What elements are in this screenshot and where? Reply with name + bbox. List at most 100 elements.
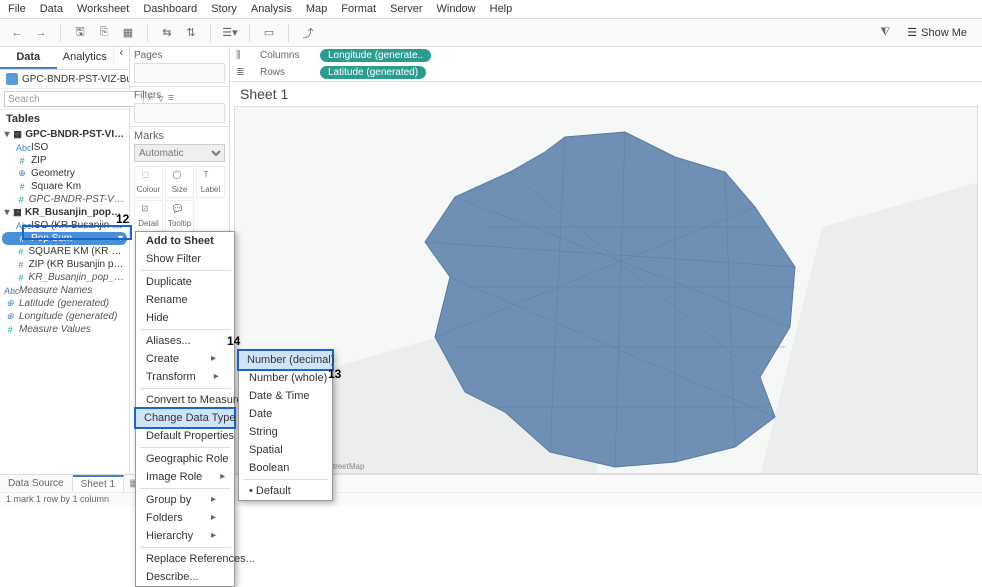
submenu-item[interactable]: Boolean (239, 459, 332, 477)
share-icon[interactable]: ⤴ (299, 24, 317, 42)
rows-label: Rows (260, 67, 310, 78)
menu-item[interactable]: Server (390, 3, 422, 15)
columns-icon: ⫼ (236, 50, 250, 61)
annotation-14: 14 (227, 334, 240, 348)
ctx-item[interactable]: Add to Sheet (136, 232, 234, 250)
presentation-icon[interactable]: ▭ (260, 24, 278, 42)
field-row[interactable]: ⊕Geometry (2, 167, 127, 180)
data-source-icon (6, 73, 18, 85)
data-panel: Data Analytics ‹ GPC-BNDR-PST-VIZ-Bus...… (0, 47, 130, 474)
data-source-row[interactable]: GPC-BNDR-PST-VIZ-Bus... (0, 70, 129, 89)
showme-label: Show Me (921, 27, 967, 39)
ctx-item[interactable]: Duplicate (136, 273, 234, 291)
sort-asc-icon[interactable]: ⇅ (182, 24, 200, 42)
tables-heading: Tables (0, 110, 129, 128)
mark-tooltip[interactable]: 💬Tooltip (165, 200, 194, 232)
swap-icon[interactable]: ⇆ (158, 24, 176, 42)
data-source-label: GPC-BNDR-PST-VIZ-Bus... (22, 74, 129, 85)
new-data-icon[interactable]: ⎘ (95, 24, 113, 42)
rows-icon: ≣ (236, 67, 250, 78)
ctx-item[interactable]: Image Role▸ (136, 468, 234, 486)
mark-colour[interactable]: ⬚Colour (134, 166, 163, 198)
menu-item[interactable]: Worksheet (77, 3, 129, 15)
annotation-12: 12 (116, 212, 129, 226)
save-icon[interactable]: 🖫 (71, 24, 89, 42)
field-context-menu: Add to SheetShow FilterDuplicateRenameHi… (135, 231, 235, 587)
new-sheet-icon[interactable]: ▦ (119, 24, 137, 42)
ctx-item[interactable]: Group by▸ (136, 491, 234, 509)
workspace: ⫼ Columns Longitude (generate.. ≣ Rows L… (230, 47, 982, 474)
fit-icon[interactable]: ☰▾ (221, 24, 239, 42)
field-row[interactable]: #Measure Values (2, 323, 127, 336)
field-row[interactable]: #ZIP (2, 154, 127, 167)
analytics-tab[interactable]: Analytics (57, 47, 114, 69)
submenu-item[interactable]: Number (whole) (239, 369, 332, 387)
ctx-item[interactable]: Folders▸ (136, 509, 234, 527)
ctx-item[interactable]: Describe... (136, 568, 234, 586)
filters-shelf-label: Filters (134, 90, 225, 101)
ctx-item[interactable]: Create▸ (136, 350, 234, 368)
data-source-tab[interactable]: Data Source (0, 476, 73, 491)
ctx-item[interactable]: Hide (136, 309, 234, 327)
field-row[interactable]: ⊕Longitude (generated) (2, 310, 127, 323)
ctx-item[interactable]: Aliases... (136, 332, 234, 350)
ctx-item[interactable]: Replace References... (136, 550, 234, 568)
columns-pill[interactable]: Longitude (generate.. (320, 49, 431, 62)
submenu-item[interactable]: Date (239, 405, 332, 423)
ctx-item[interactable]: Show Filter (136, 250, 234, 268)
field-row[interactable]: ⊕Latitude (generated) (2, 297, 127, 310)
submenu-item[interactable]: Default (239, 482, 332, 500)
ctx-item[interactable]: Change Data Type▸ (134, 407, 236, 429)
data-tab[interactable]: Data (0, 47, 57, 69)
field-row[interactable]: AbcISO (2, 141, 127, 154)
show-me-button[interactable]: ☰ Show Me (900, 23, 974, 42)
ctx-item[interactable]: Transform▸ (136, 368, 234, 386)
menu-item[interactable]: File (8, 3, 26, 15)
ctx-item[interactable]: Hierarchy▸ (136, 527, 234, 545)
filter-icon[interactable]: ⧨ (876, 24, 894, 42)
menu-item[interactable]: Data (40, 3, 63, 15)
map-view[interactable]: © 2023 Mapbox © OpenStreetMap (234, 106, 978, 474)
mark-size[interactable]: ◯Size (165, 166, 194, 198)
menu-item[interactable]: Dashboard (143, 3, 197, 15)
pages-shelf[interactable] (134, 63, 225, 83)
ctx-item[interactable]: Default Properties▸ (136, 427, 234, 445)
ctx-item[interactable]: Geographic Role▸ (136, 450, 234, 468)
field-row[interactable]: AbcISO (KR Busanjin pop per...) (2, 219, 127, 232)
menu-item[interactable]: Map (306, 3, 327, 15)
search-input[interactable] (4, 91, 144, 107)
menu-item[interactable]: Format (341, 3, 376, 15)
submenu-item[interactable]: Number (decimal) (237, 349, 334, 371)
collapse-panel-icon[interactable]: ‹ (113, 47, 129, 69)
field-row[interactable]: #GPC-BNDR-PST-VIZ-Bu... (2, 193, 127, 206)
menu-item[interactable]: Analysis (251, 3, 292, 15)
toolbar: ← → 🖫 ⎘ ▦ ⇆ ⇅ ☰▾ ▭ ⤴ ⧨ ☰ Show Me (0, 19, 982, 47)
back-icon[interactable]: ← (8, 24, 26, 42)
table-group[interactable]: ▾▦GPC-BNDR-PST-VIZ-Busa... (2, 128, 127, 141)
menu-item[interactable]: Story (211, 3, 237, 15)
menu-item[interactable]: Help (490, 3, 513, 15)
ctx-item[interactable]: Rename (136, 291, 234, 309)
field-row[interactable]: AbcMeasure Names (2, 284, 127, 297)
field-row[interactable]: #SQUARE KM (KR Busanj... (2, 245, 127, 258)
mark-type-select[interactable]: Automatic (134, 144, 225, 162)
submenu-item[interactable]: Spatial (239, 441, 332, 459)
field-row[interactable]: #Square Km (2, 180, 127, 193)
mark-label[interactable]: TLabel (196, 166, 225, 198)
table-group[interactable]: ▾▦KR_Busanjin_pop_per_zip... (2, 206, 127, 219)
columns-label: Columns (260, 50, 310, 61)
sheet1-tab[interactable]: Sheet 1 (73, 475, 124, 492)
map-polygon (395, 117, 815, 474)
mark-detail[interactable]: ⊡Detail (134, 200, 163, 232)
rows-pill[interactable]: Latitude (generated) (320, 66, 426, 79)
submenu-item[interactable]: Date & Time (239, 387, 332, 405)
field-row[interactable]: #KR_Busanjin_pop_per_zi... (2, 271, 127, 284)
menu-item[interactable]: Window (437, 3, 476, 15)
forward-icon[interactable]: → (32, 24, 50, 42)
sheet-title[interactable]: Sheet 1 (230, 82, 982, 106)
filters-shelf[interactable] (134, 103, 225, 123)
fields-tree: ▾▦GPC-BNDR-PST-VIZ-Busa...AbcISO#ZIP⊕Geo… (0, 128, 129, 336)
field-row[interactable]: #Pop Sum▾ (2, 232, 127, 245)
submenu-item[interactable]: String (239, 423, 332, 441)
field-row[interactable]: #ZIP (KR Busanjin pop per... (2, 258, 127, 271)
